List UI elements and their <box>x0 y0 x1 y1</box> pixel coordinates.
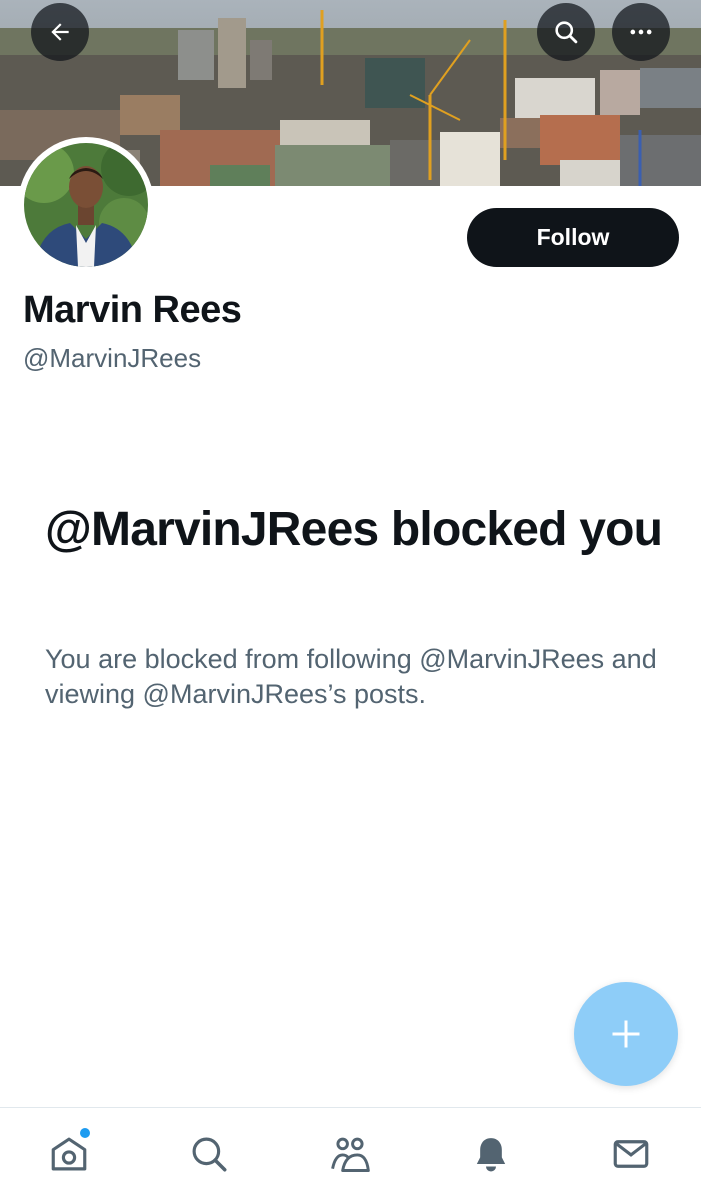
nav-communities[interactable] <box>328 1132 372 1176</box>
plus-icon <box>612 1020 640 1048</box>
communities-icon <box>331 1137 370 1172</box>
unread-dot <box>80 1128 90 1138</box>
search-icon <box>555 21 578 44</box>
nav-messages[interactable] <box>609 1132 653 1176</box>
display-name: Marvin Rees <box>23 289 242 331</box>
profile-photo <box>24 143 148 267</box>
arrow-left-icon <box>51 23 69 41</box>
back-button[interactable] <box>31 3 89 61</box>
messages-icon <box>613 1140 649 1168</box>
home-icon <box>51 1137 87 1171</box>
nav-home[interactable] <box>47 1132 91 1176</box>
avatar[interactable] <box>18 137 154 273</box>
follow-button[interactable]: Follow <box>467 208 679 267</box>
more-horizontal-icon <box>630 29 652 35</box>
blocked-description: You are blocked from following @MarvinJR… <box>45 644 657 709</box>
nav-notifications[interactable] <box>469 1132 513 1176</box>
blocked-title: @MarvinJRees blocked you <box>45 503 663 556</box>
compose-button[interactable] <box>574 982 678 1086</box>
search-button[interactable] <box>537 3 595 61</box>
more-button[interactable] <box>612 3 670 61</box>
bottom-nav <box>0 1107 701 1201</box>
search-icon <box>192 1137 227 1172</box>
notifications-icon <box>476 1138 506 1172</box>
nav-search[interactable] <box>187 1132 231 1176</box>
handle: @MarvinJRees <box>23 343 202 373</box>
